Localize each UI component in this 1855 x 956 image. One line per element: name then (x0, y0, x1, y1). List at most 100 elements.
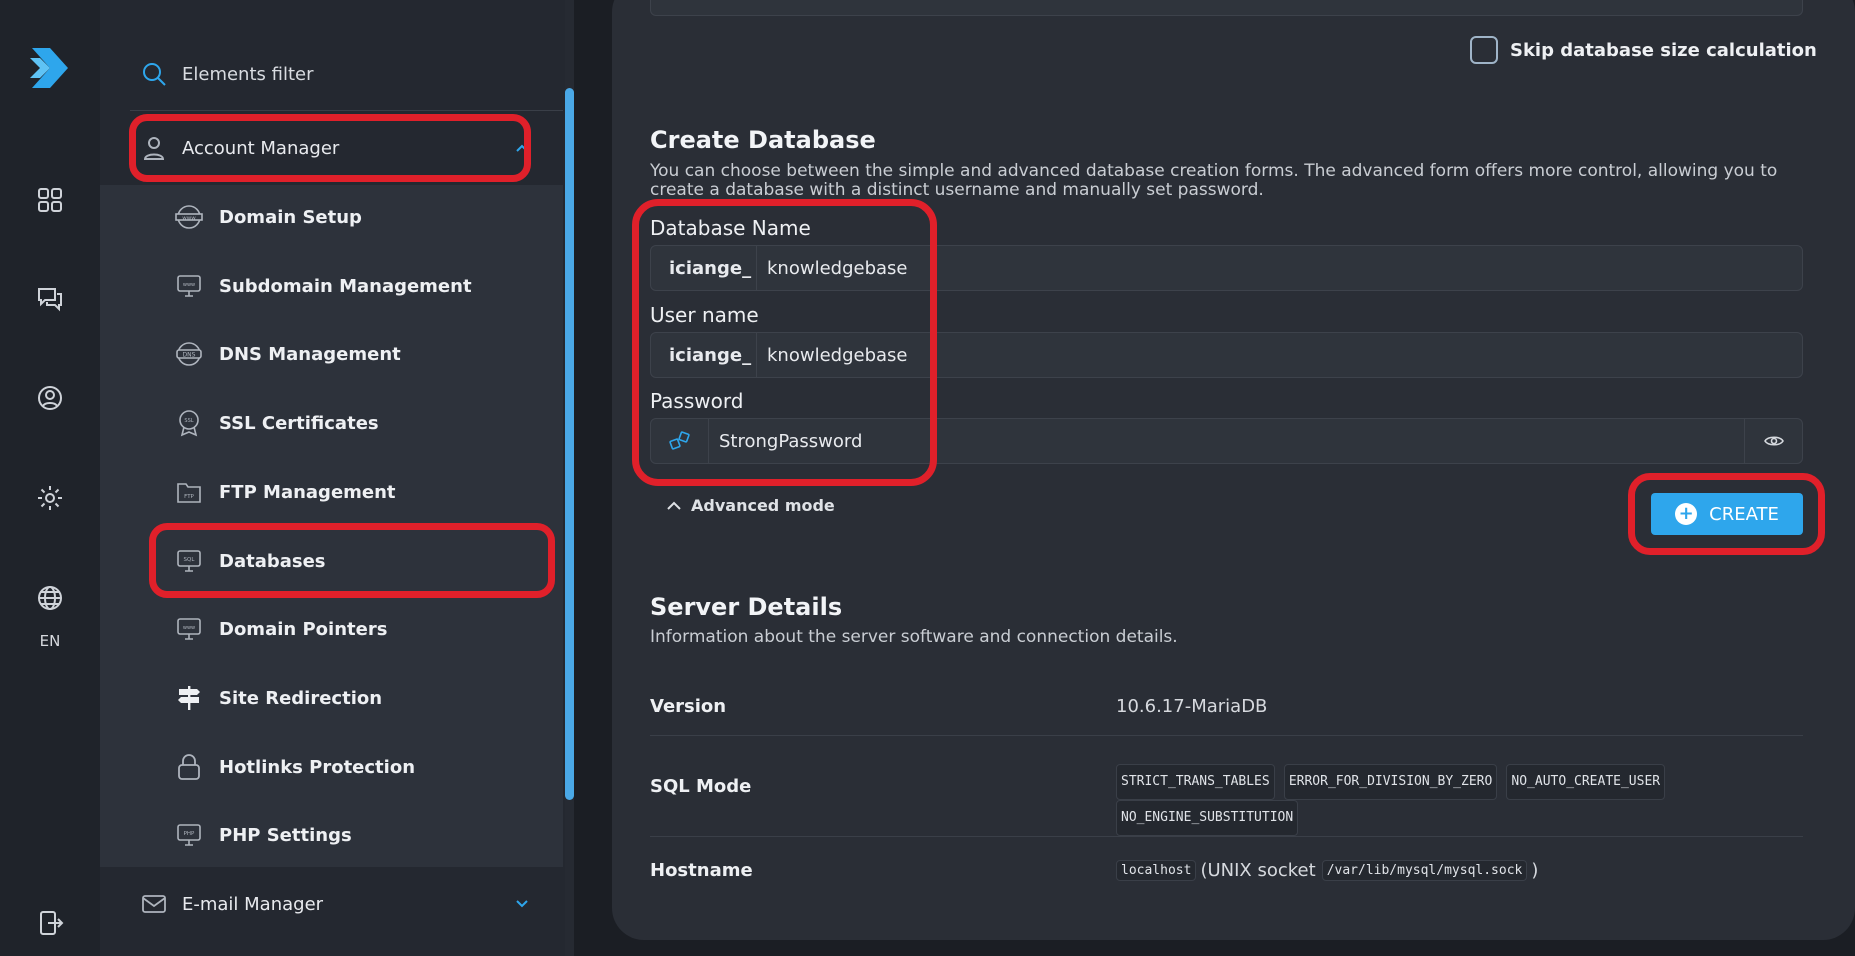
sql-mode-label: SQL Mode (650, 776, 752, 797)
database-name-field[interactable]: iciange_ knowledgebase (650, 245, 1803, 291)
svg-text:www: www (182, 216, 196, 222)
sidebar-item-ftp-management[interactable]: FTP FTP Management (175, 472, 515, 512)
sidebar-item-site-redirection[interactable]: Site Redirection (175, 678, 515, 718)
hostname-value: localhost (UNIX socket /var/lib/mysql/my… (1116, 860, 1538, 881)
logo-icon[interactable] (28, 44, 72, 92)
sidebar-item-label: Domain Setup (219, 206, 362, 228)
signpost-icon (178, 686, 200, 710)
password-label: Password (650, 389, 744, 413)
create-button[interactable]: + CREATE (1651, 493, 1803, 535)
logout-icon[interactable] (30, 903, 70, 943)
host-code: localhost (1116, 860, 1197, 881)
sidebar-item-subdomain-management[interactable]: www Subdomain Management (175, 266, 515, 306)
sidebar-item-label: Hotlinks Protection (219, 756, 416, 778)
version-label: Version (650, 696, 727, 717)
server-details-description: Information about the server software an… (650, 627, 1178, 647)
support-chat-icon[interactable] (30, 278, 70, 318)
sql-mode-tag: NO_AUTO_CREATE_USER (1506, 764, 1666, 800)
lock-icon (178, 754, 200, 780)
socket-path-code: /var/lib/mysql/mysql.sock (1321, 860, 1528, 881)
host-socket-prefix: (UNIX socket (1200, 860, 1316, 881)
sidebar-item-domain-pointers[interactable]: www Domain Pointers (175, 609, 515, 649)
chevron-down-icon[interactable] (514, 896, 530, 912)
sidebar-item-dns-management[interactable]: DNS DNS Management (175, 334, 515, 374)
search-icon (143, 63, 166, 86)
divider (130, 110, 563, 111)
svg-text:SSL: SSL (184, 418, 193, 424)
subdomain-monitor-icon: www (177, 275, 201, 297)
divider (650, 735, 1803, 736)
user-name-label: User name (650, 303, 759, 327)
sidebar-item-hotlinks-protection[interactable]: Hotlinks Protection (175, 747, 515, 787)
svg-text:SQL: SQL (184, 557, 196, 563)
generate-password-icon[interactable] (651, 419, 709, 463)
divider (650, 836, 1803, 837)
sql-mode-tag: ERROR_FOR_DIVISION_BY_ZERO (1283, 764, 1498, 800)
php-monitor-icon: PHP (177, 824, 201, 846)
sql-mode-tags: STRICT_TRANS_TABLES ERROR_FOR_DIVISION_B… (1116, 764, 1756, 836)
sidebar-group-label: E-mail Manager (182, 893, 324, 915)
sidebar-group-label: Account Manager (182, 137, 340, 159)
password-field[interactable]: StrongPassword (650, 418, 1803, 464)
advanced-mode-label: Advanced mode (691, 496, 835, 515)
host-socket-suffix: ) (1531, 860, 1539, 881)
account-manager-submenu: www Domain Setup www Subdomain Managemen… (100, 185, 563, 867)
user-icon (143, 137, 165, 160)
svg-text:www: www (183, 282, 195, 288)
dns-icon: DNS (176, 342, 202, 366)
hostname-label: Hostname (650, 860, 753, 881)
sidebar: Elements filter Account Manager www Doma… (100, 0, 565, 956)
elements-filter-label: Elements filter (182, 63, 314, 85)
ftp-folder-icon: FTP (177, 483, 201, 503)
version-value: 10.6.17-MariaDB (1116, 696, 1268, 717)
create-database-title: Create Database (650, 126, 876, 154)
dashboard-icon[interactable] (30, 180, 70, 220)
mail-icon (142, 895, 166, 913)
user-name-field[interactable]: iciange_ knowledgebase (650, 332, 1803, 378)
sidebar-item-label: DNS Management (219, 343, 401, 365)
skip-size-checkbox[interactable] (1470, 36, 1498, 64)
sidebar-item-databases[interactable]: SQL Databases (175, 541, 515, 581)
language-label[interactable]: EN (30, 632, 70, 650)
chevron-up-icon (667, 501, 681, 510)
svg-text:www: www (183, 625, 195, 631)
sidebar-item-label: PHP Settings (219, 824, 352, 846)
plus-circle-icon: + (1675, 503, 1698, 525)
www-globe-icon: www (175, 205, 203, 229)
sql-monitor-icon: SQL (177, 550, 201, 572)
top-field[interactable] (650, 0, 1803, 16)
skip-size-label: Skip database size calculation (1510, 39, 1817, 61)
advanced-mode-toggle[interactable]: Advanced mode (665, 496, 835, 515)
sidebar-item-label: Site Redirection (219, 687, 383, 709)
ssl-badge-icon: SSL (179, 410, 199, 437)
sidebar-item-ssl-certificates[interactable]: SSL SSL Certificates (175, 403, 515, 443)
settings-icon[interactable] (30, 478, 70, 518)
sidebar-scrollbar[interactable] (565, 88, 574, 800)
sidebar-item-php-settings[interactable]: PHP PHP Settings (175, 815, 515, 855)
svg-text:PHP: PHP (184, 831, 195, 837)
sidebar-group-email-manager[interactable]: E-mail Manager (140, 884, 540, 924)
sidebar-group-account-manager[interactable]: Account Manager (140, 128, 540, 168)
icon-rail: EN (0, 0, 100, 956)
sidebar-item-label: Domain Pointers (219, 618, 388, 640)
globe-icon[interactable] (30, 578, 70, 618)
sidebar-item-label: Databases (219, 550, 326, 572)
user-name-input[interactable]: knowledgebase (757, 345, 907, 366)
user-prefix: iciange_ (651, 333, 757, 377)
sql-mode-tag: NO_ENGINE_SUBSTITUTION (1116, 800, 1299, 836)
profile-icon[interactable] (30, 378, 70, 418)
sidebar-item-label: Subdomain Management (219, 275, 472, 297)
sql-mode-tag: STRICT_TRANS_TABLES (1116, 764, 1275, 800)
elements-filter[interactable]: Elements filter (140, 60, 314, 88)
create-database-description: You can choose between the simple and ad… (650, 161, 1778, 200)
database-prefix: iciange_ (651, 246, 757, 290)
skip-size-calculation[interactable]: Skip database size calculation (1470, 36, 1817, 64)
sidebar-item-label: FTP Management (219, 481, 396, 503)
sidebar-item-domain-setup[interactable]: www Domain Setup (175, 197, 515, 237)
sidebar-item-label: SSL Certificates (219, 412, 379, 434)
domain-pointer-icon: www (177, 618, 201, 640)
database-name-input[interactable]: knowledgebase (757, 258, 907, 279)
password-input[interactable]: StrongPassword (709, 431, 862, 452)
chevron-up-icon[interactable] (514, 140, 530, 156)
eye-icon[interactable] (1744, 419, 1802, 463)
